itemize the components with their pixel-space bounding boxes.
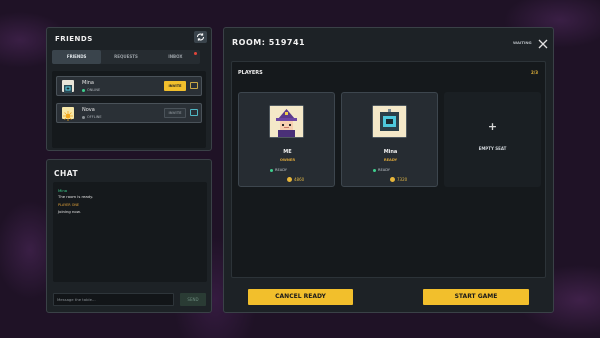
invite-button[interactable]: INVITE [164, 81, 186, 91]
chat-input[interactable]: Message the table… [53, 293, 174, 306]
friend-name: Mina [82, 80, 94, 86]
chat-message: The room is ready. [58, 194, 94, 199]
empty-seat[interactable]: + EMPTY SEAT [444, 92, 541, 187]
tab-inbox-label: INBOX [168, 54, 183, 59]
seat-me: ME OWNER READY 4860 [238, 92, 335, 187]
invite-button-disabled[interactable]: INVITE [164, 108, 186, 118]
friend-status-label: ONLINE [87, 88, 101, 92]
spectate-icon[interactable] [190, 82, 198, 89]
tab-requests-label: REQUESTS [114, 54, 138, 59]
close-button[interactable] [537, 35, 549, 49]
chat-sender: Mina [58, 188, 68, 193]
friend-row-nova[interactable]: Nova OFFLINE INVITE [56, 103, 202, 123]
seat-mina: Mina READY READY 7320 [341, 92, 438, 187]
players-count: 2/3 [531, 70, 539, 75]
seat-player-name: ME [283, 149, 292, 155]
notification-dot [193, 52, 197, 55]
coin-amount: 4860 [294, 177, 305, 182]
send-button[interactable]: SEND [180, 293, 206, 306]
players-area: PLAYERS 2/3 ME OWNER READY 4860 Mina REA… [231, 61, 546, 278]
friends-list: Mina ONLINE INVITE Nova OFFLINE INVITE [52, 71, 206, 148]
sun-avatar [62, 107, 74, 121]
ready-status: READY [373, 168, 390, 172]
empty-seat-label: EMPTY SEAT [478, 146, 507, 151]
online-dot [82, 88, 85, 92]
tab-friends[interactable]: FRIENDS [52, 50, 102, 64]
tab-inbox[interactable]: INBOX [151, 50, 200, 64]
friend-status: ONLINE [82, 88, 100, 92]
coin-icon [390, 177, 395, 182]
chat-title: CHAT [54, 169, 79, 178]
friends-title: FRIENDS [55, 35, 93, 43]
seat-player-name: Mina [383, 149, 398, 155]
ready-label: READY [275, 168, 287, 172]
chat-sender: PLAYER ONE [58, 203, 80, 207]
friend-name: Nova [82, 107, 95, 113]
robot-avatar [372, 105, 407, 138]
spectate-icon[interactable] [190, 109, 198, 116]
tab-requests[interactable]: REQUESTS [101, 50, 150, 64]
friend-status-label: OFFLINE [87, 115, 102, 119]
offline-dot [82, 115, 85, 119]
refresh-icon [197, 33, 204, 41]
chat-message: Joining now. [58, 209, 81, 214]
seat-player-role: READY [383, 158, 398, 162]
ready-label: READY [378, 168, 390, 172]
seat-player-role: OWNER [279, 158, 296, 162]
room-title: ROOM: 519741 [232, 38, 306, 47]
coin-icon [287, 177, 292, 182]
friend-row-mina[interactable]: Mina ONLINE INVITE [56, 76, 202, 96]
chat-panel: CHAT Mina The room is ready. PLAYER ONE … [46, 159, 212, 313]
plus-icon: + [487, 120, 498, 133]
coin-balance: 4860 [287, 177, 304, 182]
friends-tabs: FRIENDS REQUESTS INBOX [52, 50, 200, 64]
coin-amount: 7320 [397, 177, 408, 182]
ready-status: READY [270, 168, 287, 172]
robot-avatar [62, 80, 74, 93]
start-game-button[interactable]: START GAME [423, 289, 529, 305]
friend-status: OFFLINE [82, 115, 102, 119]
chat-messages: Mina The room is ready. PLAYER ONE Joini… [53, 182, 207, 282]
wizard-avatar [269, 105, 304, 138]
cancel-ready-button[interactable]: CANCEL READY [248, 289, 353, 305]
room-panel: ROOM: 519741 WAITING PLAYERS 2/3 ME OWNE… [223, 27, 554, 313]
close-icon [538, 39, 548, 49]
players-label: PLAYERS [238, 70, 263, 76]
tab-friends-label: FRIENDS [66, 54, 87, 59]
refresh-button[interactable] [194, 31, 207, 43]
ready-dot [373, 168, 376, 172]
ready-dot [270, 168, 273, 172]
friends-panel: FRIENDS FRIENDS REQUESTS INBOX Mina ONLI… [46, 27, 212, 151]
coin-balance: 7320 [390, 177, 407, 182]
room-status: WAITING [513, 40, 532, 45]
